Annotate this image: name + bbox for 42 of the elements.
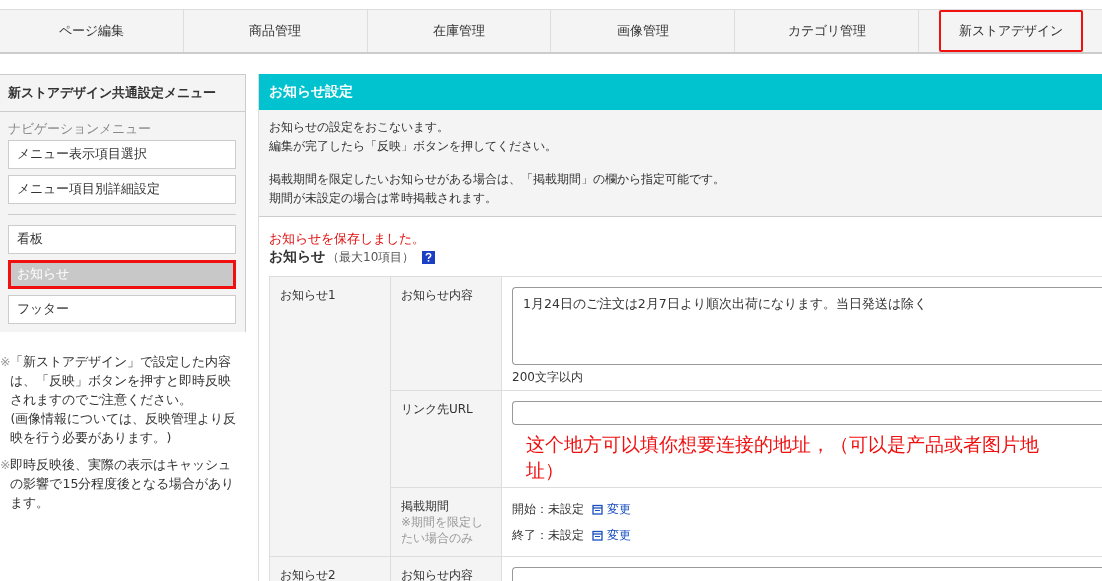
text-area[interactable]: 1月24日のご注文は2月7日より順次出荷になります。当日発送は除く bbox=[512, 287, 1102, 365]
sidebar-item[interactable]: フッター bbox=[8, 295, 236, 324]
note-text: 「新ストアデザイン」で設定した内容は、「反映」ボタンを押すと即時反映されますのでご注意ください。 bbox=[10, 353, 233, 409]
note-text: 即時反映後、実際の表示はキャッシュの影響で15分程度後となる場合があります。 bbox=[10, 456, 236, 512]
saved-message: お知らせを保存しました。 bbox=[269, 231, 426, 248]
annotation-text: 这个地方可以填你想要连接的地址，（可以是产品或者图片地址） bbox=[526, 432, 1040, 483]
help-icon[interactable] bbox=[422, 250, 436, 264]
calendar-icon[interactable] bbox=[592, 529, 603, 541]
sidebar-item[interactable]: 看板 bbox=[8, 225, 236, 254]
description-text: 掲載期間を限定したいお知らせがある場合は、「掲載期間」の欄から指定可能です。 bbox=[269, 171, 726, 188]
section-title: お知らせ bbox=[269, 248, 325, 266]
note-mark: ※ bbox=[0, 353, 11, 371]
calendar-icon[interactable] bbox=[592, 503, 603, 515]
sidebar-item[interactable]: メニュー項目別詳細設定 bbox=[8, 175, 236, 204]
tab[interactable]: ページ編集 bbox=[0, 10, 184, 52]
tab[interactable]: 画像管理 bbox=[551, 10, 736, 52]
sidebar-title: 新ストアデザイン共通設定メニュー bbox=[0, 74, 246, 112]
tab[interactable]: 商品管理 bbox=[183, 10, 368, 52]
field-note: ※期間を限定したい場合のみ bbox=[401, 514, 485, 546]
field-label: リンク先URL bbox=[401, 401, 474, 417]
description-text: お知らせの設定をおこないます。 bbox=[269, 119, 450, 136]
field-hint: 200文字以内 bbox=[512, 369, 584, 386]
panel-header: お知らせ設定 bbox=[259, 74, 1102, 110]
description-text: 編集が完了したら「反映」ボタンを押してください。 bbox=[269, 138, 558, 155]
period-status: 終了：未設定 bbox=[512, 526, 584, 544]
description-text: 期間が未設定の場合は常時掲載されます。 bbox=[269, 190, 498, 207]
note-text: (画像情報については、反映管理より反映を行う必要があります。) bbox=[10, 410, 238, 447]
change-link[interactable]: 変更 bbox=[592, 500, 631, 518]
note-mark: ※ bbox=[0, 456, 11, 474]
section-hint: （最大10項目） bbox=[327, 248, 415, 266]
sidebar-item[interactable]: メニュー表示項目選択 bbox=[8, 140, 236, 169]
input-field[interactable] bbox=[512, 401, 1102, 425]
table-cell: お知らせ1 bbox=[270, 277, 391, 556]
field-label: お知らせ内容 bbox=[401, 567, 474, 581]
table-cell: お知らせ2 bbox=[270, 557, 391, 581]
change-link[interactable]: 変更 bbox=[592, 526, 631, 544]
tab[interactable]: カテゴリ管理 bbox=[735, 10, 920, 52]
field-label: お知らせ内容 bbox=[401, 287, 474, 303]
period-status: 開始：未設定 bbox=[512, 500, 584, 518]
section-label: ナビゲーションメニュー bbox=[8, 120, 152, 138]
field-label: 掲載期間 bbox=[401, 498, 450, 514]
tab[interactable]: 在庫管理 bbox=[367, 10, 552, 52]
